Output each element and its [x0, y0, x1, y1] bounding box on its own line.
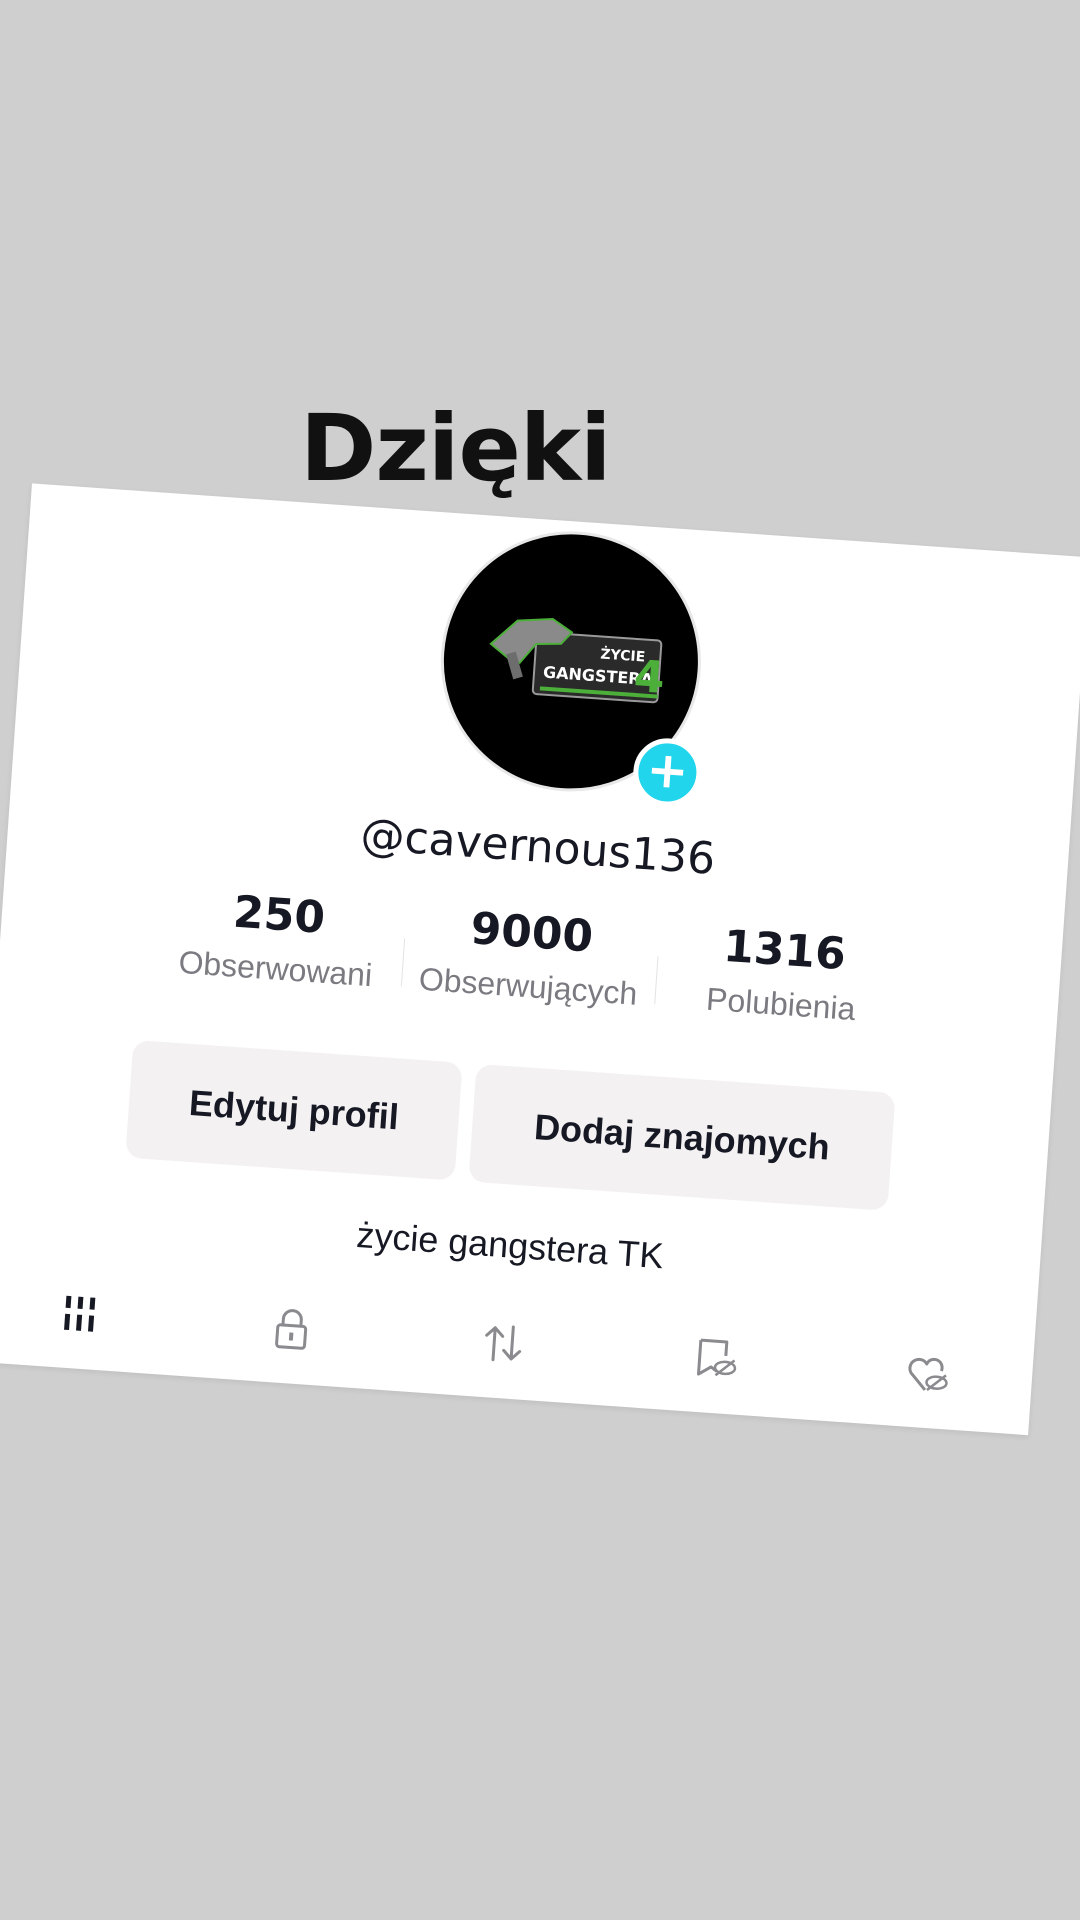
stat-value: 9000	[468, 903, 595, 963]
stat-likes[interactable]: 1316 Polubienia	[652, 916, 913, 1053]
stat-value: 250	[231, 886, 327, 944]
logo-number: 4	[632, 651, 666, 704]
stat-label: Obserwowani	[177, 943, 374, 994]
stat-following[interactable]: 250 Obserwowani	[146, 881, 407, 1018]
profile-actions: Edytuj profil Dodaj znajomych	[125, 1039, 911, 1212]
stat-followers[interactable]: 9000 Obserwujących	[399, 899, 660, 1036]
grid-icon	[64, 1295, 96, 1332]
stat-label: Polubienia	[705, 980, 857, 1028]
tab-saved[interactable]	[677, 1321, 752, 1396]
saved-hidden-icon	[697, 1338, 737, 1377]
repost-icon	[485, 1325, 522, 1362]
tab-reposts[interactable]	[466, 1306, 541, 1381]
zycie-gangstera-logo: ŻYCIE GANGSTERA 4	[489, 618, 666, 704]
tab-private[interactable]	[254, 1291, 329, 1366]
tab-videos[interactable]	[43, 1276, 118, 1351]
screen: Dzięki ŻYCIE GANGSTERA 4 + @cavernous136…	[0, 0, 1080, 1920]
add-friends-button[interactable]: Dodaj znajomych	[468, 1063, 896, 1211]
lock-icon	[275, 1309, 308, 1350]
stat-label: Obserwujących	[417, 960, 639, 1012]
tab-liked[interactable]	[889, 1336, 964, 1411]
stat-value: 1316	[721, 920, 848, 981]
stats-row: 250 Obserwowani 9000 Obserwujących 1316 …	[146, 881, 913, 1054]
liked-hidden-icon	[908, 1357, 948, 1392]
edit-profile-button[interactable]: Edytuj profil	[125, 1039, 463, 1181]
caption-text: Dzięki	[300, 395, 612, 502]
profile-card: ŻYCIE GANGSTERA 4 + @cavernous136 250 Ob…	[0, 483, 1080, 1436]
